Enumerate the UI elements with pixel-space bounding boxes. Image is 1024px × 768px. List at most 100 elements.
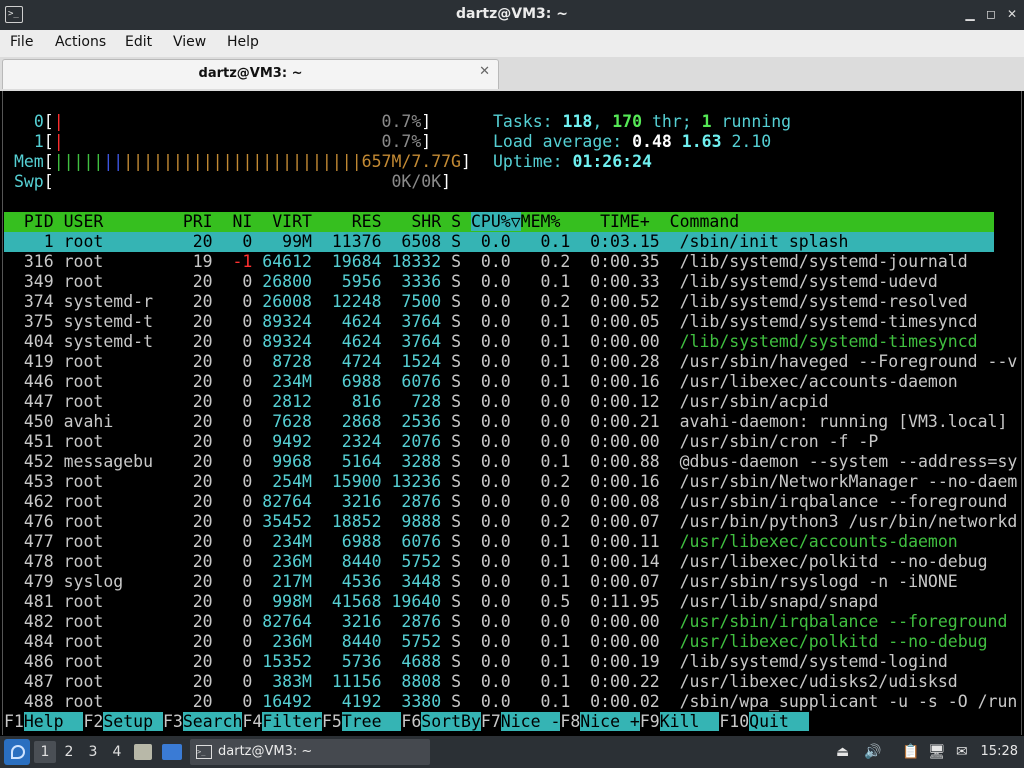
process-row[interactable]: 419 root 20 0 8728 4724 1524 S 0.0 0.1 0… bbox=[4, 352, 1017, 372]
process-row[interactable]: 451 root 20 0 9492 2324 2076 S 0.0 0.0 0… bbox=[4, 432, 878, 452]
process-row[interactable]: 478 root 20 0 236M 8440 5752 S 0.0 0.1 0… bbox=[4, 552, 988, 572]
ni-cell: 0 bbox=[212, 392, 253, 411]
pid-cell: 482 bbox=[4, 612, 54, 631]
process-row[interactable]: 447 root 20 0 2812 816 728 S 0.0 0.0 0:0… bbox=[4, 392, 829, 412]
col-virt[interactable]: VIRT bbox=[252, 212, 312, 231]
col-pri[interactable]: PRI bbox=[153, 212, 213, 231]
fkey-tree-button[interactable]: F5Tree bbox=[321, 712, 402, 731]
minimize-button[interactable]: ▁ bbox=[962, 6, 978, 22]
menu-file[interactable]: File bbox=[10, 34, 33, 50]
process-row[interactable]: 477 root 20 0 234M 6988 6076 S 0.0 0.1 0… bbox=[4, 532, 958, 552]
notification-icon[interactable]: ✉ bbox=[956, 744, 968, 760]
virt-cell: 16492 bbox=[252, 692, 312, 711]
process-row[interactable]: 481 root 20 0 998M 41568 19640 S 0.0 0.5… bbox=[4, 592, 878, 612]
process-row[interactable]: 476 root 20 0 35452 18852 9888 S 0.0 0.2… bbox=[4, 512, 1017, 532]
clipboard-icon[interactable]: 📋 bbox=[902, 744, 919, 760]
mem-cell: 0.1 bbox=[510, 232, 571, 251]
workspace-3[interactable]: 3 bbox=[82, 741, 104, 763]
process-row[interactable]: 316 root 19 -1 64612 19684 18332 S 0.0 0… bbox=[4, 252, 968, 272]
time-cell: 0:00.02 bbox=[570, 692, 660, 711]
time-cell: 0:00.21 bbox=[570, 412, 660, 431]
eject-icon[interactable]: ⏏ bbox=[836, 744, 849, 760]
process-row[interactable]: 479 syslog 20 0 217M 4536 3448 S 0.0 0.1… bbox=[4, 572, 958, 592]
taskbar-terminal-button[interactable]: >_ dartz@VM3: ~ bbox=[190, 739, 430, 765]
menu-actions[interactable]: Actions bbox=[55, 34, 106, 50]
network-icon[interactable]: 🖥 bbox=[928, 744, 946, 760]
fkey-quit-button[interactable]: F10Quit bbox=[719, 712, 809, 731]
mem-cell: 0.1 bbox=[510, 692, 571, 711]
fkey-sortby-button[interactable]: F6SortBy bbox=[401, 712, 481, 731]
virt-cell: 234M bbox=[252, 532, 312, 551]
process-row[interactable]: 446 root 20 0 234M 6988 6076 S 0.0 0.1 0… bbox=[4, 372, 958, 392]
col-user[interactable]: USER bbox=[54, 212, 153, 231]
clock[interactable]: 15:28 bbox=[981, 744, 1018, 759]
start-menu-button[interactable] bbox=[4, 739, 30, 765]
ni-cell: 0 bbox=[212, 512, 253, 531]
process-row[interactable]: 487 root 20 0 383M 11156 8808 S 0.0 0.1 … bbox=[4, 672, 958, 692]
menu-edit[interactable]: Edit bbox=[125, 34, 152, 50]
cpu-meter-1: 1[| 0.7%] bbox=[33, 132, 432, 151]
shr-cell: 6076 bbox=[381, 372, 442, 391]
pri-cell: 20 bbox=[153, 392, 213, 411]
window-titlebar[interactable]: >_ dartz@VM3: ~ ▁ ◻ ✕ bbox=[0, 0, 1024, 30]
res-cell: 11376 bbox=[311, 232, 382, 251]
pri-cell: 20 bbox=[153, 452, 213, 471]
pri-cell: 20 bbox=[153, 492, 213, 511]
col-res[interactable]: RES bbox=[312, 212, 382, 231]
user-cell: root bbox=[53, 512, 154, 531]
fkey-search-button[interactable]: F3Search bbox=[162, 712, 243, 731]
volume-icon[interactable]: 🔊 bbox=[864, 744, 881, 760]
close-button[interactable]: ✕ bbox=[1004, 6, 1020, 22]
process-row[interactable]: 375 systemd-t 20 0 89324 4624 3764 S 0.0… bbox=[4, 312, 978, 332]
col-pid[interactable]: PID bbox=[4, 212, 54, 231]
file-manager-icon[interactable] bbox=[134, 744, 152, 760]
process-row[interactable]: 450 avahi 20 0 7628 2868 2536 S 0.0 0.0 … bbox=[4, 412, 1008, 432]
sort-indicator[interactable]: ▽ bbox=[510, 212, 521, 231]
process-row[interactable]: 488 root 20 0 16492 4192 3380 S 0.0 0.1 … bbox=[4, 692, 1017, 712]
menu-help[interactable]: Help bbox=[227, 34, 259, 50]
fkey-kill-button[interactable]: F9Kill bbox=[639, 712, 720, 731]
res-cell: 12248 bbox=[311, 292, 382, 311]
process-row[interactable]: 349 root 20 0 26800 5956 3336 S 0.0 0.1 … bbox=[4, 272, 938, 292]
user-cell: root bbox=[53, 472, 154, 491]
workspace-2[interactable]: 2 bbox=[58, 741, 80, 763]
tab-close-icon[interactable]: ✕ bbox=[479, 64, 490, 79]
workspace-4[interactable]: 4 bbox=[106, 741, 128, 763]
ni-cell: 0 bbox=[212, 632, 253, 651]
col-shr[interactable]: SHR bbox=[382, 212, 441, 231]
command-cell: /usr/sbin/irqbalance --foreground bbox=[659, 492, 1008, 511]
maximize-button[interactable]: ◻ bbox=[983, 6, 999, 22]
process-row[interactable]: 486 root 20 0 15352 5736 4688 S 0.0 0.1 … bbox=[4, 652, 948, 672]
terminal-area[interactable]: 0[| 0.7%] 1[| 0.7%] Mem[||||||||||||||||… bbox=[2, 91, 1022, 735]
col-cpu[interactable]: CPU% bbox=[470, 212, 511, 231]
res-cell: 41568 bbox=[311, 592, 382, 611]
fkey-filter-button[interactable]: F4Filter bbox=[242, 712, 322, 731]
col-s[interactable]: S bbox=[441, 212, 471, 231]
process-row[interactable]: 374 systemd-r 20 0 26008 12248 7500 S 0.… bbox=[4, 292, 968, 312]
process-row[interactable]: 452 messagebu 20 0 9968 5164 3288 S 0.0 … bbox=[4, 452, 1017, 472]
col-time[interactable]: TIME+ bbox=[560, 212, 650, 231]
fkey-nice-button[interactable]: F7Nice - bbox=[480, 712, 561, 731]
process-row[interactable]: 462 root 20 0 82764 3216 2876 S 0.0 0.0 … bbox=[4, 492, 1008, 512]
col-command[interactable]: Command bbox=[650, 212, 740, 231]
process-table-header[interactable]: PID USER PRI NI VIRT RES SHR S CPU%▽MEM%… bbox=[4, 212, 994, 232]
col-mem[interactable]: MEM% bbox=[521, 212, 561, 231]
pid-cell: 446 bbox=[4, 372, 54, 391]
process-row[interactable]: 482 root 20 0 82764 3216 2876 S 0.0 0.0 … bbox=[4, 612, 1008, 632]
virt-cell: 9968 bbox=[252, 452, 312, 471]
col-ni[interactable]: NI bbox=[213, 212, 252, 231]
fkey-setup-button[interactable]: F2Setup bbox=[83, 712, 163, 731]
fkey-help-button[interactable]: F1Help bbox=[4, 712, 84, 731]
fkey-number: F5 bbox=[321, 712, 342, 731]
res-cell: 3216 bbox=[311, 492, 382, 511]
process-row[interactable]: 453 root 20 0 254M 15900 13236 S 0.0 0.2… bbox=[4, 472, 1017, 492]
show-desktop-icon[interactable] bbox=[162, 744, 182, 760]
terminal-tab[interactable]: dartz@VM3: ~ ✕ bbox=[2, 59, 499, 89]
fkey-nice-button[interactable]: F8Nice + bbox=[560, 712, 640, 731]
process-row[interactable]: 484 root 20 0 236M 8440 5752 S 0.0 0.1 0… bbox=[4, 632, 988, 652]
process-row[interactable]: 404 systemd-t 20 0 89324 4624 3764 S 0.0… bbox=[4, 332, 978, 352]
cpu-cell: 0.0 bbox=[470, 692, 511, 711]
workspace-1[interactable]: 1 bbox=[34, 741, 56, 763]
menu-view[interactable]: View bbox=[173, 34, 206, 50]
process-row[interactable]: 1 root 20 0 99M 11376 6508 S 0.0 0.1 0:0… bbox=[4, 232, 994, 252]
